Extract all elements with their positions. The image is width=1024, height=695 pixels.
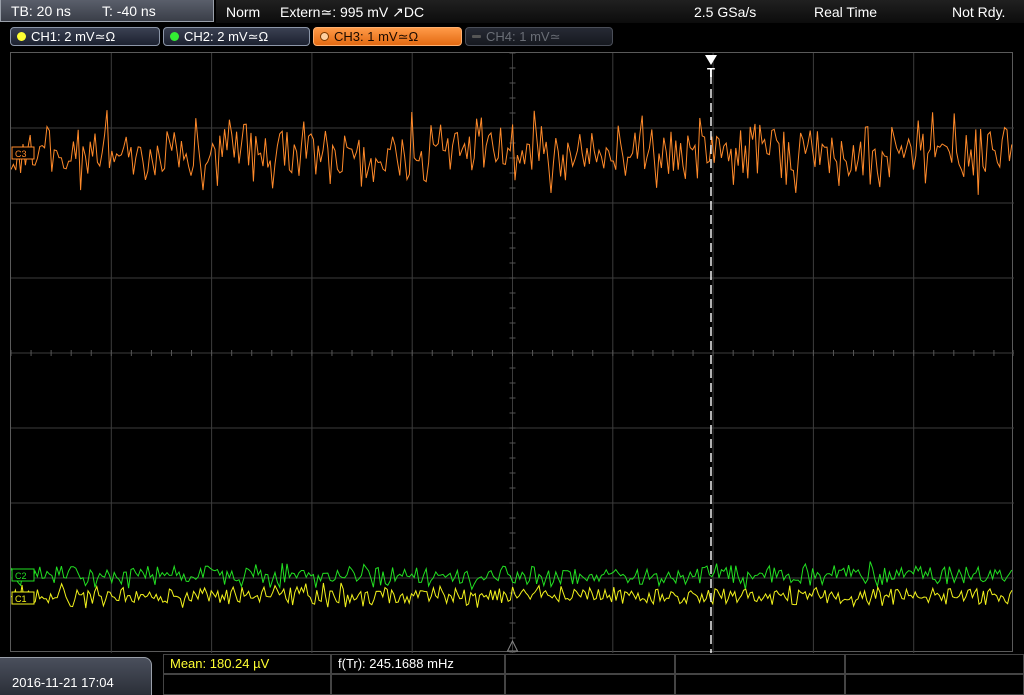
trigger-time-value: T: -40 ns xyxy=(102,3,156,19)
channel-label: CH2: 2 mV≃Ω xyxy=(184,29,269,44)
channel-bar: CH1: 2 mV≃Ω CH2: 2 mV≃Ω CH3: 1 mV≃Ω CH4:… xyxy=(0,24,1024,50)
channel-label: CH1: 2 mV≃Ω xyxy=(31,29,116,44)
datetime-panel: 2016-11-21 17:04 xyxy=(0,657,152,695)
trigger-mode: Norm xyxy=(226,4,261,20)
trigger-marker-label: T xyxy=(707,65,715,80)
acquisition-mode: Real Time xyxy=(814,4,878,20)
datetime-label: 2016-11-21 17:04 xyxy=(12,675,114,690)
channel-label: CH4: 1 mV≃ xyxy=(486,29,561,44)
acquisition-status-strip[interactable]: Norm Extern≃: 995 mV ↗DC 2.5 GSa/s Real … xyxy=(216,0,1024,23)
measurement-slot-empty[interactable] xyxy=(505,674,675,695)
sample-rate: 2.5 GSa/s xyxy=(694,4,757,20)
ch1-trace xyxy=(11,582,1013,609)
ch1-marker-label: C1 xyxy=(15,594,27,604)
ch3-trace xyxy=(11,110,1013,195)
measurement-slot-empty[interactable] xyxy=(845,654,1024,674)
channel-button-ch1[interactable]: CH1: 2 mV≃Ω xyxy=(10,27,160,46)
ch1-indicator-icon xyxy=(17,32,26,41)
ch2-indicator-icon xyxy=(170,32,179,41)
timebase-value: TB: 20 ns xyxy=(11,3,71,19)
channel-button-ch4[interactable]: CH4: 1 mV≃ xyxy=(465,27,613,46)
ch4-indicator-icon xyxy=(472,35,481,38)
measurement-slot-empty[interactable] xyxy=(675,654,845,674)
measurement-slot-empty[interactable] xyxy=(331,674,505,695)
waveform-canvas: T C3 C2 C1 xyxy=(11,53,1014,653)
measurement-slot-empty[interactable] xyxy=(163,674,331,695)
measurement-frequency[interactable]: f(Tr): 245.1688 mHz xyxy=(331,654,505,674)
trigger-arrow-icon xyxy=(705,55,717,65)
measurement-slot-empty[interactable] xyxy=(675,674,845,695)
acquisition-status: Not Rdy. xyxy=(952,4,1006,20)
ch2-marker-label: C2 xyxy=(15,571,27,581)
trigger-source: Extern≃: 995 mV ↗DC xyxy=(280,4,425,20)
ch3-marker-label: C3 xyxy=(15,149,27,159)
status-bar: TB: 20 ns T: -40 ns Norm Extern≃: 995 mV… xyxy=(0,0,1024,24)
ch2-trace xyxy=(11,561,1013,591)
channel-label: CH3: 1 mV≃Ω xyxy=(334,29,419,44)
timebase-panel[interactable]: TB: 20 ns T: -40 ns xyxy=(0,0,214,22)
measurement-mean[interactable]: Mean: 180.24 µV xyxy=(163,654,331,674)
channel-button-ch2[interactable]: CH2: 2 mV≃Ω xyxy=(163,27,310,46)
waveform-display[interactable]: T C3 C2 C1 xyxy=(10,52,1014,653)
ch3-indicator-icon xyxy=(320,32,329,41)
measurement-slot-empty[interactable] xyxy=(505,654,675,674)
channel-button-ch3[interactable]: CH3: 1 mV≃Ω xyxy=(313,27,462,46)
measurement-slot-empty[interactable] xyxy=(845,674,1024,695)
